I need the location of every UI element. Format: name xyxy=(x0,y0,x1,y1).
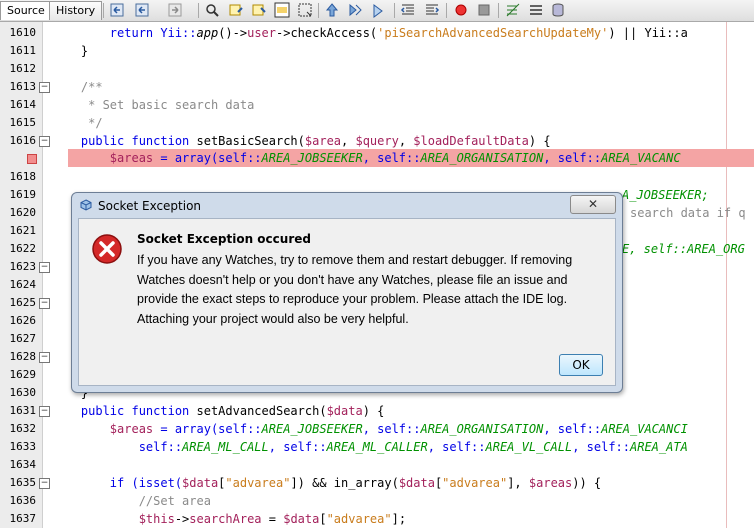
forward-icon[interactable] xyxy=(167,2,183,18)
code-line-1613[interactable]: /** xyxy=(52,78,103,96)
message-body: If you have any Watches, try to remove t… xyxy=(137,253,573,326)
find-next-icon[interactable] xyxy=(251,2,267,18)
line-number: 1628 xyxy=(9,350,37,363)
start-macro-recording-icon[interactable] xyxy=(453,2,469,18)
line-number: 1636 xyxy=(9,494,37,507)
line-number: 1623 xyxy=(9,260,37,273)
find-previous-icon[interactable] xyxy=(228,2,244,18)
dialog-title: Socket Exception xyxy=(98,199,202,213)
code-line-1617[interactable]: $areas = array(self::AREA_JOBSEEKER, sel… xyxy=(52,149,681,167)
code-line-1619-partial[interactable]: A_JOBSEEKER; xyxy=(622,186,709,204)
code-line-1622-partial[interactable]: E, self::AREA_ORG xyxy=(622,240,745,258)
app-cube-icon xyxy=(80,199,92,211)
line-number: 1635 xyxy=(9,476,37,489)
line-number: 1624 xyxy=(9,278,37,291)
toolbar-separator xyxy=(498,3,499,18)
line-number: 1612 xyxy=(9,62,37,75)
socket-exception-dialog: Socket Exception ✕ Socket Exception occu… xyxy=(71,192,623,393)
fold-toggle[interactable]: − xyxy=(39,352,50,363)
line-number: 1626 xyxy=(9,314,37,327)
line-number: 1620 xyxy=(9,206,37,219)
close-button[interactable]: ✕ xyxy=(570,195,616,214)
uncomment-icon[interactable] xyxy=(528,2,544,18)
code-line-1615[interactable]: */ xyxy=(52,114,102,132)
code-line-1633[interactable]: self::AREA_ML_CALL, self::AREA_ML_CALLER… xyxy=(52,438,688,456)
back-icon[interactable] xyxy=(134,2,150,18)
find-icon[interactable] xyxy=(204,2,220,18)
toolbar-separator xyxy=(318,3,319,18)
line-number: 1613 xyxy=(9,80,37,93)
line-number: 1621 xyxy=(9,224,37,237)
stop-macro-recording-icon[interactable] xyxy=(476,2,492,18)
line-number: 1637 xyxy=(9,512,37,525)
toolbar-separator xyxy=(446,3,447,18)
line-number: 1619 xyxy=(9,188,37,201)
line-number: 1631 xyxy=(9,404,37,417)
shift-right-icon[interactable] xyxy=(424,2,440,18)
line-number: 1630 xyxy=(9,386,37,399)
editor-toolbar: Source History xyxy=(0,0,754,22)
code-line-1614[interactable]: * Set basic search data xyxy=(52,96,254,114)
last-edit-icon[interactable] xyxy=(109,2,125,18)
line-number: 1611 xyxy=(9,44,37,57)
toolbar-separator xyxy=(198,3,199,18)
toggle-bookmark-icon[interactable] xyxy=(370,2,386,18)
fold-toggle[interactable]: − xyxy=(39,82,50,93)
line-number: 1614 xyxy=(9,98,37,111)
code-line-1616[interactable]: public function setBasicSearch($area, $q… xyxy=(52,132,551,150)
select-rectangle-icon[interactable] xyxy=(297,2,313,18)
fold-toggle[interactable]: − xyxy=(39,136,50,147)
tab-history[interactable]: History xyxy=(49,1,103,20)
right-margin-guide xyxy=(726,22,727,528)
line-number: 1632 xyxy=(9,422,37,435)
line-number: 1610 xyxy=(9,26,37,39)
toolbar-separator xyxy=(103,3,104,18)
error-icon xyxy=(92,234,122,264)
database-icon[interactable] xyxy=(550,2,566,18)
ok-button[interactable]: OK xyxy=(559,354,603,376)
code-line-1636[interactable]: //Set area xyxy=(52,492,211,510)
tab-source[interactable]: Source xyxy=(0,1,52,20)
line-number: 1627 xyxy=(9,332,37,345)
code-line-1632[interactable]: $areas = array(self::AREA_JOBSEEKER, sel… xyxy=(52,420,688,438)
line-number: 1629 xyxy=(9,368,37,381)
next-bookmark-icon[interactable] xyxy=(347,2,363,18)
line-number: 1625 xyxy=(9,296,37,309)
code-line-1635[interactable]: if (isset($data["advarea"]) && in_array(… xyxy=(52,474,601,492)
code-line-1611[interactable]: } xyxy=(52,42,88,60)
fold-toggle[interactable]: − xyxy=(39,406,50,417)
line-number: 1633 xyxy=(9,440,37,453)
code-line-1610[interactable]: return Yii::app()->user->checkAccess('pi… xyxy=(52,24,688,42)
code-line-1631[interactable]: public function setAdvancedSearch($data)… xyxy=(52,402,384,420)
comment-icon[interactable] xyxy=(505,2,521,18)
line-number: 1622 xyxy=(9,242,37,255)
toolbar-separator xyxy=(394,3,395,18)
code-line-1637[interactable]: $this->searchArea = $data["advarea"]; xyxy=(52,510,406,528)
fold-toggle[interactable]: − xyxy=(39,478,50,489)
fold-toggle[interactable]: − xyxy=(39,298,50,309)
shift-left-icon[interactable] xyxy=(400,2,416,18)
line-number: 1618 xyxy=(9,170,37,183)
previous-bookmark-icon[interactable] xyxy=(324,2,340,18)
dialog-body: Socket Exception occured If you have any… xyxy=(78,218,616,386)
line-number: 1615 xyxy=(9,116,37,129)
line-number: 1616 xyxy=(9,134,37,147)
fold-toggle[interactable]: − xyxy=(39,262,50,273)
code-line-1620-partial[interactable]: search data if q xyxy=(630,204,746,222)
breakpoint-marker[interactable] xyxy=(27,154,37,164)
toggle-highlight-icon[interactable] xyxy=(274,2,290,18)
message-title: Socket Exception occured xyxy=(137,232,311,246)
line-number: 1634 xyxy=(9,458,37,471)
